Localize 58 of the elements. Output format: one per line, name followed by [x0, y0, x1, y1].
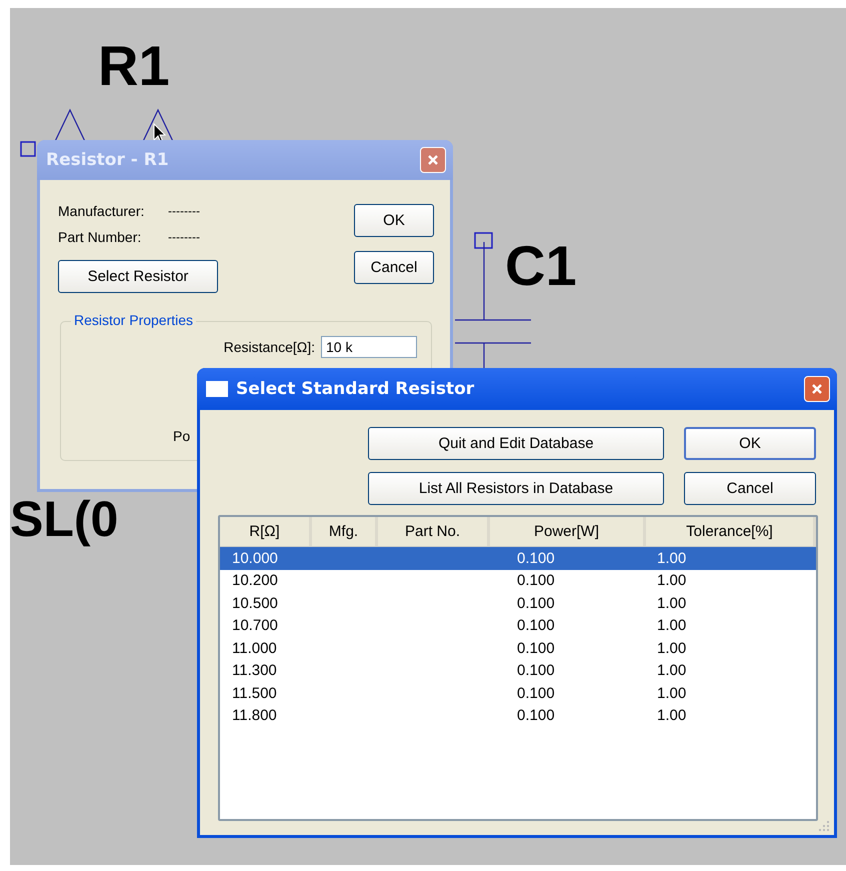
table-cell-text: 0.100	[517, 640, 556, 657]
dialog-button[interactable]: Cancel	[354, 251, 434, 284]
list-row[interactable]: 10.000 0.100 1.00	[220, 547, 816, 570]
table-cell-text: 11.300	[232, 662, 278, 680]
table-cell-text: 1.00	[657, 662, 688, 680]
close-icon	[427, 154, 439, 166]
close-button[interactable]	[804, 376, 830, 402]
table-cell-text: 10.700	[232, 617, 279, 634]
dialog-button[interactable]: OK	[354, 204, 434, 237]
list-row[interactable]: 10.700 0.100 1.00	[220, 614, 816, 637]
field-value: --------	[168, 230, 200, 244]
table-cell-text: 0.100	[517, 707, 556, 724]
dialog-button[interactable]: OK	[684, 427, 816, 460]
table-cell-text: 10.200	[232, 572, 279, 590]
window-title: Resistor - R1	[46, 150, 170, 170]
component-label: R1	[98, 38, 170, 94]
window-icon	[206, 381, 228, 397]
field-label: Po	[173, 428, 190, 444]
select-resistor-button[interactable]: Select Resistor	[58, 260, 218, 293]
list-row[interactable]: 10.200 0.100 1.00	[220, 570, 816, 592]
group-title: Resistor Properties	[71, 312, 196, 328]
table-cell-text: 0.100	[517, 617, 556, 634]
list-row[interactable]: 11.500 0.100 1.00	[220, 682, 816, 704]
close-icon	[811, 383, 823, 395]
resize-grip-icon[interactable]	[818, 820, 830, 832]
resistance-field[interactable]: 10 k	[321, 336, 417, 358]
field-label: Part Number:	[58, 229, 142, 245]
table-cell-text: 0.100	[517, 684, 556, 702]
table-cell-text: 1.00	[657, 550, 688, 567]
field-value: --------	[168, 204, 200, 218]
component-label: SL(0	[10, 494, 118, 544]
table-cell-text: 1.00	[657, 640, 688, 657]
table-cell-text: 11.000	[232, 640, 278, 657]
table-cell-text: 1.00	[657, 707, 688, 724]
table-cell-text: 0.100	[517, 594, 556, 612]
table-cell-text: 11.800	[232, 707, 278, 724]
close-button[interactable]	[420, 147, 446, 173]
table-cell-text: 1.00	[657, 572, 688, 590]
table-cell-text: 0.100	[517, 662, 556, 680]
table-cell-text: 10.500	[232, 594, 279, 612]
dialog-button[interactable]: List All Resistors in Database	[368, 472, 664, 505]
table-cell-text: 10.000	[232, 550, 279, 567]
component-label: C1	[505, 238, 577, 294]
list-row[interactable]: 10.500 0.100 1.00	[220, 592, 816, 614]
list-row[interactable]: 11.000 0.100 1.00	[220, 637, 816, 660]
dialog-button[interactable]: Cancel	[684, 472, 816, 505]
table-cell-text: 0.100	[517, 572, 556, 590]
table-cell-text: 1.00	[657, 617, 688, 634]
window-title: Select Standard Resistor	[236, 379, 476, 399]
dialog-button[interactable]: Quit and Edit Database	[368, 427, 664, 460]
list-row[interactable]: 11.800 0.100 1.00	[220, 704, 816, 727]
list-row[interactable]: 11.300 0.100 1.00	[220, 660, 816, 682]
table-cell-text: 1.00	[657, 684, 688, 702]
table-cell-text: 1.00	[657, 594, 688, 612]
table-cell-text: 0.100	[517, 550, 556, 567]
table-cell-text: 11.500	[232, 684, 278, 702]
field-label: Manufacturer:	[58, 203, 146, 219]
field-label: Resistance[Ω]:	[224, 339, 315, 355]
